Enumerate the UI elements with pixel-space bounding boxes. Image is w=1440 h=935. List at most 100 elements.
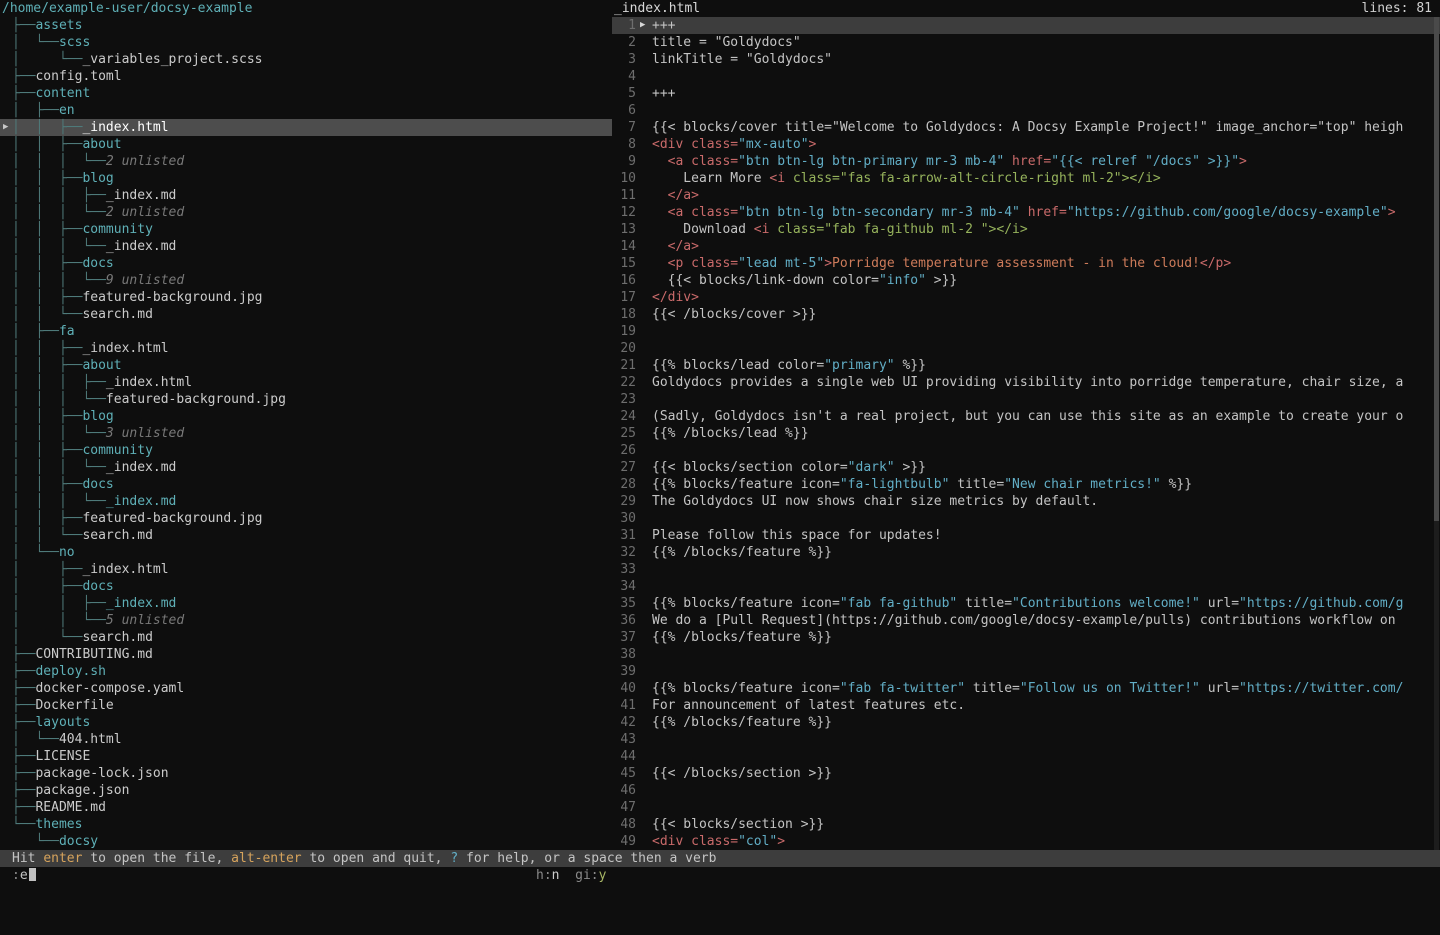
tree-item-assets[interactable]: ├──assets <box>0 17 612 34</box>
selection-arrow-icon <box>0 595 12 612</box>
tree-item-themes[interactable]: └──themes <box>0 816 612 833</box>
tree-item-label: _index.html <box>106 374 192 391</box>
tree-branch-lines: ├── <box>12 748 35 765</box>
tree-item-404-html[interactable]: │ └──404.html <box>0 731 612 748</box>
tree-item-blog[interactable]: │ │ ├──blog <box>0 408 612 425</box>
tree-item-label: blog <box>82 408 113 425</box>
line-number: 49 <box>612 833 638 850</box>
tree-item-readme-md[interactable]: ├──README.md <box>0 799 612 816</box>
tree-item-docs[interactable]: │ ├──docs <box>0 578 612 595</box>
flag-pointer-icon <box>638 595 652 612</box>
tree-item-5-unlisted[interactable]: │ │ └──5 unlisted <box>0 612 612 629</box>
tree-item-scss[interactable]: │ └──scss <box>0 34 612 51</box>
tree-item-docsy[interactable]: └──docsy <box>0 833 612 850</box>
preview-scrollbar[interactable] <box>1434 17 1439 850</box>
tree-item-search-md[interactable]: │ │ └──search.md <box>0 527 612 544</box>
tree-item-deploy-sh[interactable]: ├──deploy.sh <box>0 663 612 680</box>
code-text: {{% /blocks/feature %}} <box>652 629 832 646</box>
text-segment: +++ <box>652 18 675 33</box>
text-segment: Download <box>652 222 754 237</box>
tree-item-9-unlisted[interactable]: │ │ │ └──9 unlisted <box>0 272 612 289</box>
tree-item-label: config.toml <box>35 68 121 85</box>
tree-item--index-md[interactable]: │ │ │ └──_index.md <box>0 493 612 510</box>
tree-item--index-md[interactable]: │ │ │ └──_index.md <box>0 459 612 476</box>
tree-item-config-toml[interactable]: ├──config.toml <box>0 68 612 85</box>
tree-branch-lines: ├── <box>12 799 35 816</box>
tree-item-about[interactable]: │ │ ├──about <box>0 136 612 153</box>
selection-arrow-icon <box>0 510 12 527</box>
text-segment: {{< blocks/section color= <box>652 460 848 475</box>
text-segment: <p class= <box>668 256 738 271</box>
line-number: 43 <box>612 731 638 748</box>
text-segment: "mx-auto" <box>738 137 808 152</box>
line-number: 3 <box>612 51 638 68</box>
tree-item-package-json[interactable]: ├──package.json <box>0 782 612 799</box>
selection-arrow-icon <box>0 102 12 119</box>
tree-item-content[interactable]: ├──content <box>0 85 612 102</box>
tree-item-dockerfile[interactable]: ├──Dockerfile <box>0 697 612 714</box>
flag-pointer-icon <box>638 765 652 782</box>
code-line-36: 36We do a [Pull Request](https://github.… <box>612 612 1440 629</box>
tree-item-search-md[interactable]: │ └──search.md <box>0 629 612 646</box>
tree-item-no[interactable]: │ └──no <box>0 544 612 561</box>
command-input-line[interactable]: :e h:n gi:y <box>0 867 1440 884</box>
flag-pointer-icon <box>638 34 652 51</box>
tree-item--index-html[interactable]: ▶│ │ ├──_index.html <box>0 119 612 136</box>
tree-item-featured-background-jpg[interactable]: │ │ ├──featured-background.jpg <box>0 510 612 527</box>
tree-item-layouts[interactable]: ├──layouts <box>0 714 612 731</box>
tree-item-featured-background-jpg[interactable]: │ │ ├──featured-background.jpg <box>0 289 612 306</box>
verb-input[interactable]: :e <box>12 867 36 884</box>
tree-item--index-html[interactable]: │ │ ├──_index.html <box>0 340 612 357</box>
tree-item-license[interactable]: ├──LICENSE <box>0 748 612 765</box>
text-segment: title= <box>949 477 1004 492</box>
code-line-14: 14 </a> <box>612 238 1440 255</box>
tree-item-docs[interactable]: │ │ ├──docs <box>0 476 612 493</box>
tree-item-2-unlisted[interactable]: │ │ │ └──2 unlisted <box>0 153 612 170</box>
tree-item-label: search.md <box>82 629 152 646</box>
text-segment: > <box>1239 154 1247 169</box>
line-number: 45 <box>612 765 638 782</box>
tree-item-en[interactable]: │ ├──en <box>0 102 612 119</box>
tree-item-search-md[interactable]: │ │ └──search.md <box>0 306 612 323</box>
flag-pointer-icon <box>638 663 652 680</box>
tree-branch-lines: ├── <box>12 714 35 731</box>
tree-item-community[interactable]: │ │ ├──community <box>0 442 612 459</box>
flag-pointer-icon <box>638 136 652 153</box>
tree-item-featured-background-jpg[interactable]: │ │ │ └──featured-background.jpg <box>0 391 612 408</box>
code-text: <a class="btn btn-lg btn-secondary mr-3 … <box>652 204 1396 221</box>
text-segment: {{< /blocks/section >}} <box>652 766 832 781</box>
tree-item-label: Dockerfile <box>35 697 113 714</box>
tree-branch-lines: │ │ ├── <box>12 255 82 272</box>
tree-item-contributing-md[interactable]: ├──CONTRIBUTING.md <box>0 646 612 663</box>
code-line-20: 20 <box>612 340 1440 357</box>
tree-item-community[interactable]: │ │ ├──community <box>0 221 612 238</box>
tree-item-docker-compose-yaml[interactable]: ├──docker-compose.yaml <box>0 680 612 697</box>
flag-pointer-icon <box>638 68 652 85</box>
tree-item-about[interactable]: │ │ ├──about <box>0 357 612 374</box>
tree-item--index-md[interactable]: │ │ ├──_index.md <box>0 595 612 612</box>
code-text: {{% /blocks/feature %}} <box>652 544 832 561</box>
tree-item-package-lock-json[interactable]: ├──package-lock.json <box>0 765 612 782</box>
code-line-39: 39 <box>612 663 1440 680</box>
line-number: 6 <box>612 102 638 119</box>
tree-item--variables-project-scss[interactable]: │ └──_variables_project.scss <box>0 51 612 68</box>
line-number: 29 <box>612 493 638 510</box>
tree-item-2-unlisted[interactable]: │ │ │ └──2 unlisted <box>0 204 612 221</box>
tree-item-blog[interactable]: │ │ ├──blog <box>0 170 612 187</box>
tree-item--index-html[interactable]: │ │ │ ├──_index.html <box>0 374 612 391</box>
tree-item-label: README.md <box>35 799 105 816</box>
tree-item-3-unlisted[interactable]: │ │ │ └──3 unlisted <box>0 425 612 442</box>
tree-item-docs[interactable]: │ │ ├──docs <box>0 255 612 272</box>
selection-arrow-icon <box>0 561 12 578</box>
text-segment: <i <box>769 171 792 186</box>
tree-item-label: deploy.sh <box>35 663 105 680</box>
code-text: {{< blocks/section color="dark" >}} <box>652 459 926 476</box>
tree-item-label: _variables_project.scss <box>82 51 262 68</box>
tree-item-fa[interactable]: │ ├──fa <box>0 323 612 340</box>
preview-scrollbar-thumb[interactable] <box>1434 17 1439 521</box>
tree-item--index-md[interactable]: │ │ │ └──_index.md <box>0 238 612 255</box>
tree-item--index-html[interactable]: │ ├──_index.html <box>0 561 612 578</box>
tree-item--index-md[interactable]: │ │ │ ├──_index.md <box>0 187 612 204</box>
flag-pointer-icon <box>638 561 652 578</box>
tree-item-label: docker-compose.yaml <box>35 680 184 697</box>
